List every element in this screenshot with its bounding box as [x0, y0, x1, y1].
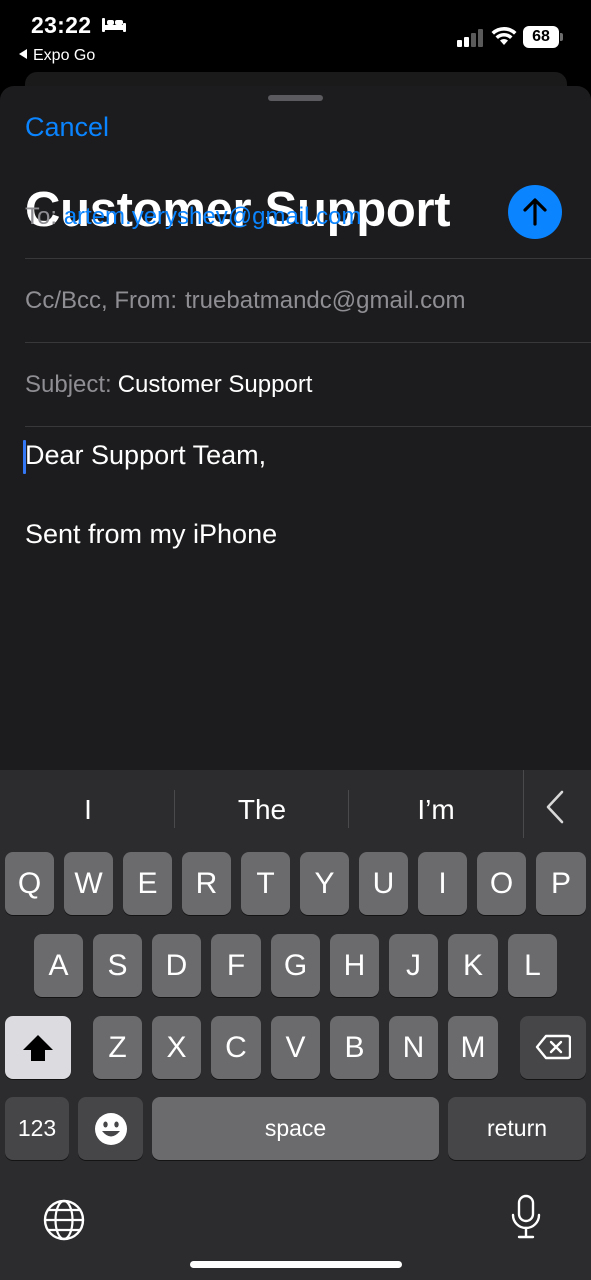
sheet-grabber[interactable] — [268, 95, 323, 101]
message-body-greeting[interactable]: Dear Support Team, — [25, 440, 266, 471]
subject-field[interactable]: Subject: Customer Support — [25, 343, 591, 427]
key-f[interactable]: F — [211, 934, 261, 997]
key-o[interactable]: O — [477, 852, 526, 915]
mic-icon[interactable] — [510, 1194, 542, 1240]
key-g[interactable]: G — [271, 934, 320, 997]
home-indicator — [190, 1261, 402, 1268]
key-s[interactable]: S — [93, 934, 142, 997]
suggestion-2[interactable]: The — [177, 790, 347, 830]
key-z[interactable]: Z — [93, 1016, 142, 1079]
shift-icon — [23, 1035, 53, 1061]
suggestion-1[interactable]: I — [3, 790, 173, 830]
backspace-key[interactable] — [520, 1016, 586, 1079]
from-address: truebatmandc@gmail.com — [185, 287, 466, 314]
key-x[interactable]: X — [152, 1016, 201, 1079]
key-k[interactable]: K — [448, 934, 498, 997]
suggestion-divider — [174, 790, 175, 828]
key-r[interactable]: R — [182, 852, 231, 915]
key-e[interactable]: E — [123, 852, 172, 915]
key-m[interactable]: M — [448, 1016, 498, 1079]
key-t[interactable]: T — [241, 852, 290, 915]
key-w[interactable]: W — [64, 852, 113, 915]
message-body-signature[interactable]: Sent from my iPhone — [25, 519, 277, 550]
status-time: 23:22 — [31, 12, 92, 38]
shift-key[interactable] — [5, 1016, 71, 1079]
globe-icon[interactable] — [42, 1198, 86, 1242]
collapse-icon[interactable] — [544, 789, 566, 825]
to-label: To: — [25, 203, 58, 230]
back-app-label: Expo Go — [33, 47, 96, 64]
key-l[interactable]: L — [508, 934, 557, 997]
cancel-button[interactable]: Cancel — [25, 112, 109, 143]
key-h[interactable]: H — [330, 934, 379, 997]
status-bar: 23:22 Expo Go 68 — [0, 0, 591, 80]
suggestion-3[interactable]: I’m — [351, 790, 521, 830]
suggestion-divider — [348, 790, 349, 828]
numbers-key[interactable]: 123 — [5, 1097, 69, 1160]
space-key[interactable]: space — [152, 1097, 439, 1160]
key-p[interactable]: P — [536, 852, 586, 915]
key-j[interactable]: J — [389, 934, 438, 997]
back-to-app-link[interactable]: Expo Go — [19, 47, 95, 65]
key-u[interactable]: U — [359, 852, 408, 915]
subject-value[interactable]: Customer Support — [118, 371, 313, 398]
emoji-icon — [94, 1113, 127, 1145]
battery-cap — [560, 33, 563, 41]
subject-label: Subject: — [25, 371, 112, 398]
key-a[interactable]: A — [34, 934, 83, 997]
battery-level: 68 — [523, 26, 559, 48]
key-b[interactable]: B — [330, 1016, 379, 1079]
suggestion-divider — [523, 770, 524, 838]
return-key[interactable]: return — [448, 1097, 586, 1160]
key-d[interactable]: D — [152, 934, 201, 997]
cellular-signal-icon — [457, 29, 483, 47]
sleep-focus-icon — [102, 18, 126, 32]
key-q[interactable]: Q — [5, 852, 54, 915]
cc-bcc-from-label: Cc/Bcc, From: — [25, 287, 178, 314]
to-recipient[interactable]: artem.yeryshev@gmail.com — [64, 203, 362, 230]
key-v[interactable]: V — [271, 1016, 320, 1079]
to-field[interactable]: To: artem.yeryshev@gmail.com — [25, 175, 591, 259]
backspace-icon — [535, 1034, 572, 1060]
key-c[interactable]: C — [211, 1016, 261, 1079]
key-y[interactable]: Y — [300, 852, 349, 915]
key-n[interactable]: N — [389, 1016, 438, 1079]
wifi-icon — [491, 26, 517, 45]
key-i[interactable]: I — [418, 852, 467, 915]
back-arrow-icon — [19, 49, 27, 59]
cc-bcc-from-field[interactable]: Cc/Bcc, From: truebatmandc@gmail.com — [25, 259, 591, 343]
emoji-key[interactable] — [78, 1097, 143, 1160]
